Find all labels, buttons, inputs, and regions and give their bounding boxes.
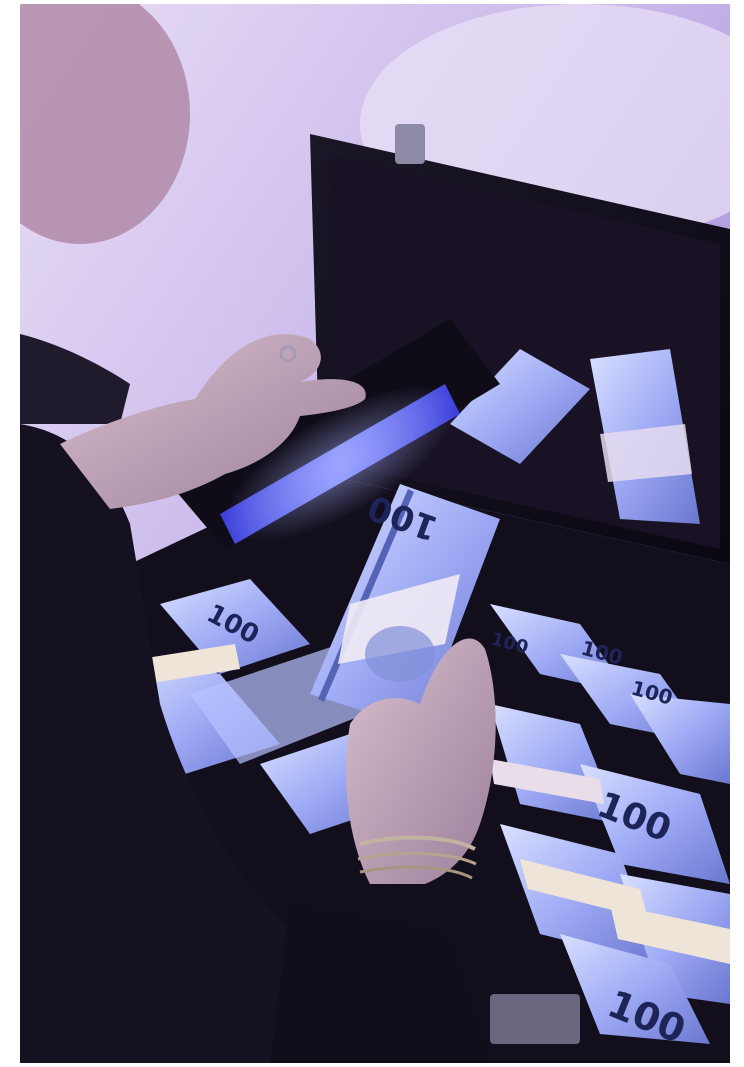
image-frame: 100 100 100 100 100 100 100 — [0, 0, 744, 1067]
portrait-oval — [365, 626, 435, 682]
photo: 100 100 100 100 100 100 100 — [20, 4, 730, 1063]
briefcase-clasp — [395, 124, 425, 164]
photo-illustration: 100 100 100 100 100 100 100 — [20, 4, 730, 1063]
briefcase-lock — [490, 994, 580, 1044]
